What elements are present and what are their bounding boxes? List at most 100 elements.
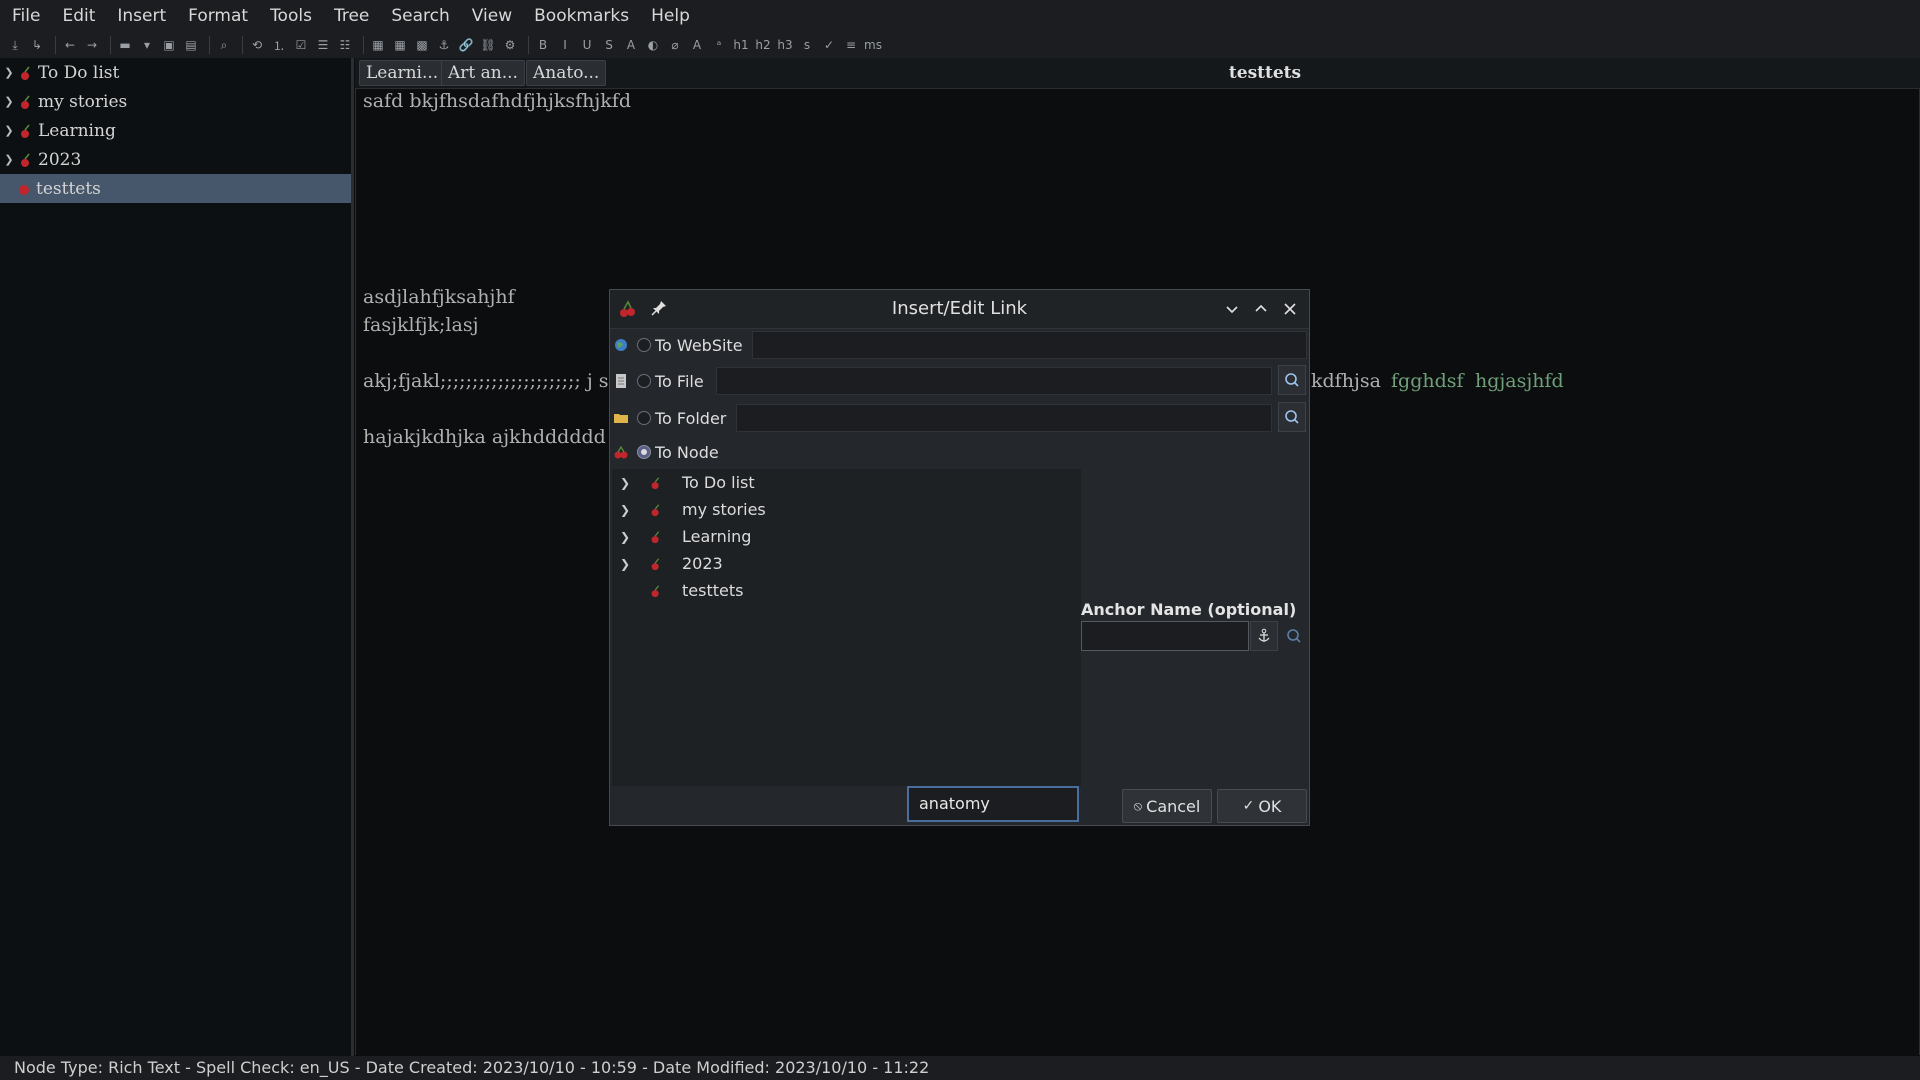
minimize-icon[interactable] [1221, 298, 1243, 320]
insert-toc-icon[interactable]: ⚙ [501, 36, 519, 54]
spell-check-icon[interactable]: ✓ [820, 36, 838, 54]
editor-link[interactable]: fgghdsf [1391, 370, 1464, 392]
folder-radio[interactable] [637, 411, 651, 425]
superscript-icon[interactable]: ᵃ [710, 36, 728, 54]
text-color-icon[interactable]: A [622, 36, 640, 54]
sidebar-item-my-stories[interactable]: ❯ my stories [0, 87, 351, 116]
node-label: To Node [655, 442, 719, 462]
menu-edit[interactable]: Edit [51, 0, 106, 32]
tree-item-learning[interactable]: ❯ Learning [612, 523, 1081, 550]
editor-line: safd bkjfhsdafhdfjhjksfhjkfd [363, 90, 632, 112]
cancel-icon: ⦸ [1133, 798, 1143, 814]
anchor-name-input[interactable] [1081, 621, 1249, 651]
cherry-icon [21, 66, 30, 80]
chevron-right-icon[interactable]: ❯ [2, 66, 16, 79]
bg-color-icon[interactable]: ◐ [644, 36, 662, 54]
menu-search[interactable]: Search [380, 0, 460, 32]
tree-item-testtets[interactable]: testtets [612, 577, 1081, 604]
forward-icon[interactable]: → [83, 36, 101, 54]
sidebar-item-label: my stories [38, 91, 128, 112]
open-folder-icon[interactable]: ▬ [116, 36, 134, 54]
export-icon[interactable]: ▤ [182, 36, 200, 54]
find-replace-icon[interactable]: ⟲ [248, 36, 266, 54]
chevron-right-icon[interactable]: ❯ [615, 503, 635, 517]
tab-anatomy[interactable]: Anato... [526, 60, 607, 86]
chevron-right-icon[interactable]: ❯ [2, 124, 16, 137]
maximize-icon[interactable] [1250, 298, 1272, 320]
menu-bookmarks[interactable]: Bookmarks [523, 0, 640, 32]
search-anchor-button[interactable] [1280, 621, 1308, 651]
h3-icon[interactable]: h3 [776, 36, 794, 54]
ms-icon[interactable]: ms [864, 36, 882, 54]
menu-view[interactable]: View [461, 0, 523, 32]
menu-tools[interactable]: Tools [259, 0, 323, 32]
insert-anchor-icon[interactable]: ⚓ [435, 36, 453, 54]
sidebar-item-2023[interactable]: ❯ 2023 [0, 145, 351, 174]
file-path-input[interactable] [716, 367, 1272, 395]
search-icon [1285, 410, 1299, 424]
editor-link[interactable]: hgjasjhfd [1475, 370, 1564, 392]
tree-filter-input[interactable]: anatomy [907, 786, 1079, 822]
tab-art[interactable]: Art an... [441, 60, 525, 86]
insert-codebox-icon[interactable]: ▩ [413, 36, 431, 54]
insert-image-icon[interactable]: ▦ [369, 36, 387, 54]
chevron-right-icon[interactable]: ❯ [615, 530, 635, 544]
tree-item-todo-list[interactable]: ❯ To Do list [612, 469, 1081, 496]
tree-item-2023[interactable]: ❯ 2023 [612, 550, 1081, 577]
chevron-right-icon[interactable]: ❯ [615, 557, 635, 571]
bold-icon[interactable]: B [534, 36, 552, 54]
ok-button[interactable]: ✓ OK [1217, 789, 1307, 823]
option-file-row: To File [610, 365, 704, 397]
editor-line: asdjlahfjksahjhf [363, 286, 515, 308]
chevron-right-icon[interactable]: ❯ [2, 95, 16, 108]
browse-file-button[interactable] [1278, 365, 1306, 395]
indent-icon[interactable]: ☰ [314, 36, 332, 54]
menu-help[interactable]: Help [640, 0, 701, 32]
justify-icon[interactable]: ≡ [842, 36, 860, 54]
insert-link-icon[interactable]: 🔗 [457, 36, 475, 54]
file-radio[interactable] [637, 374, 651, 388]
cherry-icon [651, 476, 660, 489]
node-title: testtets [1228, 63, 1302, 83]
browse-folder-button[interactable] [1278, 402, 1306, 432]
menubar: File Edit Insert Format Tools Tree Searc… [0, 0, 1920, 32]
website-input[interactable] [752, 331, 1307, 359]
menu-file[interactable]: File [0, 0, 51, 32]
menu-insert[interactable]: Insert [106, 0, 177, 32]
insert-table-icon[interactable]: ▦ [391, 36, 409, 54]
website-radio[interactable] [637, 338, 651, 352]
back-icon[interactable]: ← [61, 36, 79, 54]
chevron-right-icon[interactable]: ❯ [615, 476, 635, 490]
tree-item-my-stories[interactable]: ❯ my stories [612, 496, 1081, 523]
underline-icon[interactable]: U [578, 36, 596, 54]
menu-tree[interactable]: Tree [323, 0, 380, 32]
chevron-right-icon[interactable]: ❯ [2, 153, 16, 166]
small-icon[interactable]: s [798, 36, 816, 54]
strikethrough-icon[interactable]: S [600, 36, 618, 54]
add-node-icon[interactable]: ⤓ [6, 36, 24, 54]
dropdown-arrow-icon[interactable]: ▾ [138, 36, 156, 54]
italic-icon[interactable]: I [556, 36, 574, 54]
outdent-icon[interactable]: ☷ [336, 36, 354, 54]
sidebar-item-learning[interactable]: ❯ Learning [0, 116, 351, 145]
remove-link-icon[interactable]: ⛓ [479, 36, 497, 54]
find-icon[interactable]: ⌕ [215, 36, 233, 54]
h2-icon[interactable]: h2 [754, 36, 772, 54]
menu-format[interactable]: Format [177, 0, 259, 32]
add-subnode-icon[interactable]: ↳ [28, 36, 46, 54]
cancel-button[interactable]: ⦸ Cancel [1122, 789, 1212, 823]
h1-icon[interactable]: h1 [732, 36, 750, 54]
close-icon[interactable] [1279, 298, 1301, 320]
dialog-title: Insert/Edit Link [891, 298, 1028, 319]
dialog-titlebar[interactable]: Insert/Edit Link [610, 290, 1309, 329]
numbered-list-icon[interactable]: ⒈ [270, 36, 288, 54]
sidebar-item-testtets[interactable]: testtets [0, 174, 351, 203]
sidebar-item-todo-list[interactable]: ❯ To Do list [0, 58, 351, 87]
save-icon[interactable]: ▣ [160, 36, 178, 54]
monospace-icon[interactable]: A [688, 36, 706, 54]
folder-path-input[interactable] [736, 404, 1272, 432]
node-radio[interactable] [637, 445, 651, 459]
todo-list-icon[interactable]: ☑ [292, 36, 310, 54]
choose-anchor-button[interactable] [1250, 621, 1278, 651]
clear-format-icon[interactable]: ⌀ [666, 36, 684, 54]
